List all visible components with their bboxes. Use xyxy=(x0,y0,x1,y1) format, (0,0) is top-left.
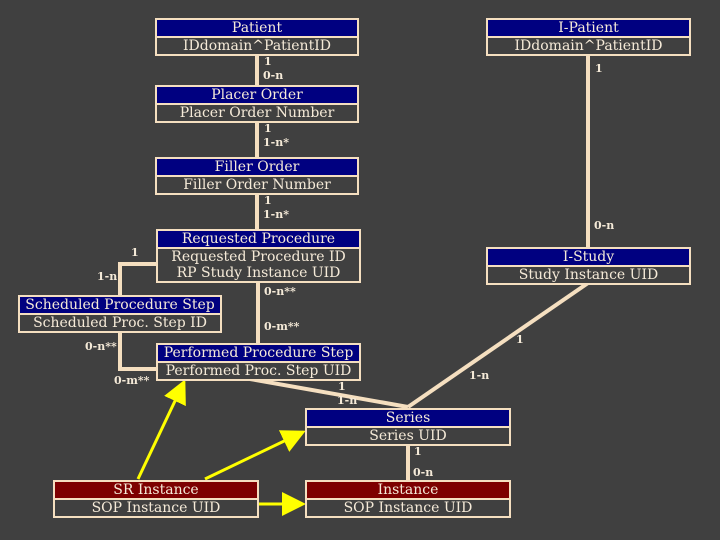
cardinality-label: 0-n** xyxy=(85,340,117,353)
cardinality-label: 0-n xyxy=(413,466,434,479)
entity-field: SOP Instance UID xyxy=(343,500,473,516)
entity-field: Series UID xyxy=(369,428,447,444)
entity-series: Series Series UID xyxy=(305,408,511,446)
cardinality-label: 0-n** xyxy=(264,285,296,298)
cardinality-label: 1 xyxy=(264,55,272,68)
entity-ipatient: I-Patient IDdomain^PatientID xyxy=(486,18,691,56)
entity-title: Series xyxy=(307,410,509,428)
entity-patient: Patient IDdomain^PatientID xyxy=(155,18,359,56)
line-requested-sps xyxy=(118,262,156,295)
entity-field: IDdomain^PatientID xyxy=(183,38,331,54)
entity-performed-procedure-step: Performed Procedure Step Performed Proc. … xyxy=(156,343,361,381)
entity-title: Placer Order xyxy=(157,87,357,105)
cardinality-label: 1 xyxy=(264,122,272,135)
cardinality-label: 1-n xyxy=(469,369,490,382)
entity-field: RP Study Instance UID xyxy=(176,265,341,281)
cardinality-label: 1 xyxy=(414,445,422,458)
entity-title: Requested Procedure xyxy=(158,231,359,249)
entity-scheduled-procedure-step: Scheduled Procedure Step Scheduled Proc. … xyxy=(18,295,222,333)
entity-field: Filler Order Number xyxy=(183,177,331,193)
entity-title: SR Instance xyxy=(55,482,257,500)
entity-placer-order: Placer Order Placer Order Number xyxy=(155,85,359,123)
entity-title: Instance xyxy=(307,482,509,500)
line-pps-series xyxy=(249,377,409,409)
entity-title: I-Patient xyxy=(488,20,689,38)
entity-field: IDdomain^PatientID xyxy=(514,38,663,54)
arrow-sr-pps xyxy=(136,379,186,480)
cardinality-label: 1-n* xyxy=(263,136,289,149)
entity-title: Filler Order xyxy=(157,159,357,177)
entity-istudy: I-Study Study Instance UID xyxy=(486,247,691,285)
entity-requested-procedure: Requested Procedure Requested Procedure I… xyxy=(156,229,361,283)
entity-field: Study Instance UID xyxy=(518,267,659,283)
entity-title: Patient xyxy=(157,20,357,38)
entity-field: Placer Order Number xyxy=(179,105,335,121)
cardinality-label: 0-n xyxy=(263,69,284,82)
cardinality-label: 0-m** xyxy=(114,374,150,387)
entity-title: Performed Procedure Step xyxy=(158,345,359,363)
entity-field: Performed Proc. Step UID xyxy=(165,363,352,379)
entity-sr-instance: SR Instance SOP Instance UID xyxy=(53,480,259,518)
cardinality-label: 0-m** xyxy=(264,320,300,333)
cardinality-label: 1 xyxy=(516,333,524,346)
entity-field: SOP Instance UID xyxy=(91,500,221,516)
entity-title: Scheduled Procedure Step xyxy=(20,297,220,315)
cardinality-label: 1 xyxy=(131,246,139,259)
cardinality-label: 1-n xyxy=(337,394,358,407)
arrow-sr-series xyxy=(204,430,306,481)
entity-instance: Instance SOP Instance UID xyxy=(305,480,511,518)
cardinality-label: 1-n xyxy=(97,270,118,283)
cardinality-label: 1 xyxy=(338,380,346,393)
cardinality-label: 1 xyxy=(595,62,603,75)
cardinality-label: 1-n* xyxy=(263,208,289,221)
entity-filler-order: Filler Order Filler Order Number xyxy=(155,157,359,195)
line-istudy-series xyxy=(406,281,590,409)
entity-field: Requested Procedure ID xyxy=(171,249,346,265)
cardinality-label: 0-n xyxy=(594,219,615,232)
entity-field: Scheduled Proc. Step ID xyxy=(33,315,207,331)
cardinality-label: 1 xyxy=(264,194,272,207)
line-sps-pps xyxy=(118,331,156,371)
entity-title: I-Study xyxy=(488,249,689,267)
